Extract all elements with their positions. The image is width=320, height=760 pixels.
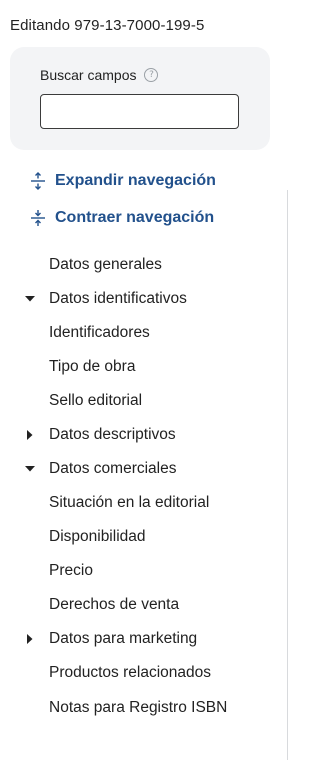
nav-item-precio[interactable]: Precio: [49, 562, 93, 580]
nav-item-tipo-de-obra[interactable]: Tipo de obra: [49, 358, 135, 376]
nav-item-datos-identificativos[interactable]: Datos identificativos: [49, 290, 187, 308]
nav-item-datos-generales[interactable]: Datos generales: [49, 256, 162, 274]
nav-item-sello-editorial[interactable]: Sello editorial: [49, 392, 142, 410]
caret-down-icon[interactable]: [24, 463, 36, 475]
collapse-icon: [30, 209, 46, 227]
collapse-navigation-label: Contraer navegación: [55, 209, 215, 226]
caret-right-icon[interactable]: [24, 633, 36, 645]
caret-down-icon[interactable]: [24, 293, 36, 305]
nav-item-productos-relacionados[interactable]: Productos relacionados: [49, 664, 211, 682]
navigation-divider: [287, 190, 288, 760]
nav-item-datos-para-marketing[interactable]: Datos para marketing: [49, 630, 197, 648]
nav-item-derechos-de-venta[interactable]: Derechos de venta: [49, 596, 179, 614]
nav-item-notas-registro-isbn[interactable]: Notas para Registro ISBN: [49, 699, 239, 716]
caret-right-icon[interactable]: [24, 429, 36, 441]
nav-item-situacion-editorial[interactable]: Situación en la editorial: [49, 494, 209, 512]
expand-navigation-button[interactable]: Expandir navegación: [30, 172, 216, 190]
collapse-navigation-button[interactable]: Contraer navegación: [30, 209, 214, 227]
nav-item-disponibilidad[interactable]: Disponibilidad: [49, 528, 146, 546]
search-input[interactable]: [40, 94, 239, 129]
help-icon[interactable]: ?: [144, 68, 159, 82]
nav-item-datos-descriptivos[interactable]: Datos descriptivos: [49, 426, 176, 444]
search-label-row: Buscar campos ?: [40, 67, 159, 83]
page-header-title: Editando 979-13-7000-199-5: [10, 17, 205, 34]
nav-item-datos-comerciales[interactable]: Datos comerciales: [49, 460, 177, 478]
nav-item-identificadores[interactable]: Identificadores: [49, 324, 150, 342]
search-card: Buscar campos ?: [10, 47, 270, 150]
expand-navigation-label: Expandir navegación: [55, 172, 216, 189]
expand-icon: [30, 172, 46, 190]
search-label: Buscar campos: [40, 67, 137, 83]
